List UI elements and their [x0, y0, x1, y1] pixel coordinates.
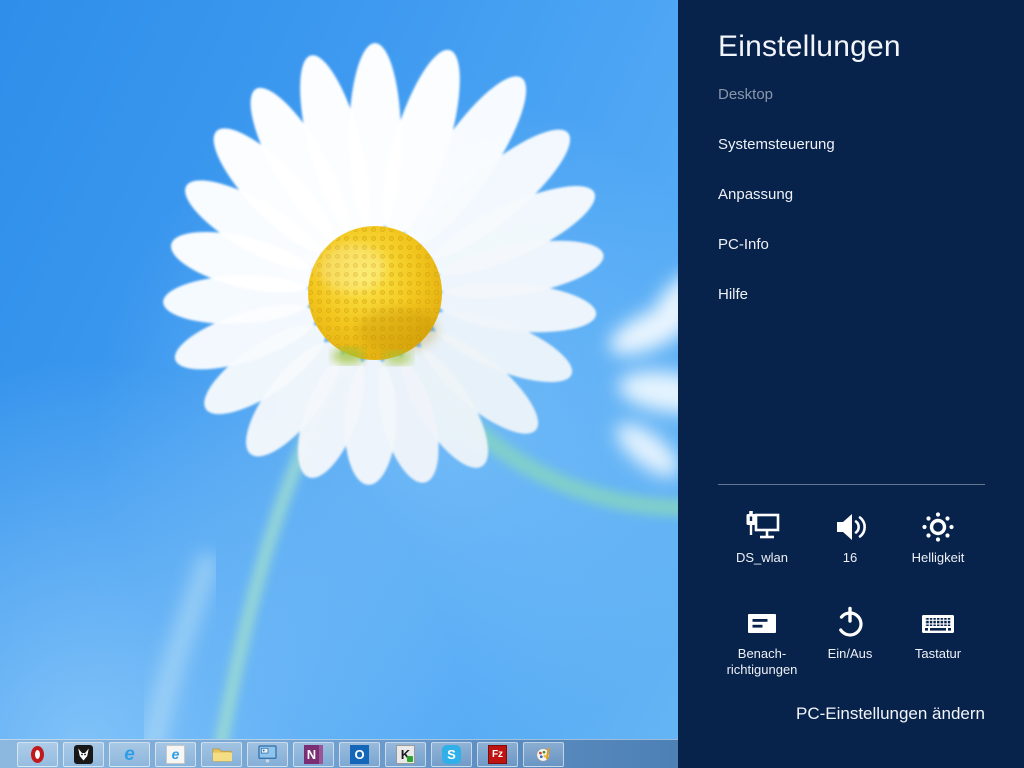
taskbar-button-filezilla[interactable]: Fz — [477, 742, 518, 767]
screen: e e N O K S Fz — [0, 0, 1024, 768]
taskbar-button-onenote[interactable]: N — [293, 742, 334, 767]
tile-label: Ein/Aus — [806, 646, 894, 662]
taskbar-button-wolf-app[interactable] — [63, 742, 104, 767]
menu-item-anpassung[interactable]: Anpassung — [718, 186, 793, 203]
keyboard-icon — [894, 596, 982, 640]
panel-title: Einstellungen — [718, 30, 901, 64]
context-label-desktop: Desktop — [718, 86, 773, 103]
wolf-icon — [74, 745, 93, 764]
tile-power[interactable]: Ein/Aus — [806, 596, 894, 662]
opera-icon — [28, 744, 48, 764]
taskbar-button-outlook[interactable]: O — [339, 742, 380, 767]
tile-keyboard[interactable]: Tastatur — [894, 596, 982, 662]
background-flower — [603, 265, 678, 486]
tile-network[interactable]: DS_wlan — [718, 500, 806, 566]
power-icon — [806, 596, 894, 640]
taskbar-button-skype[interactable]: S — [431, 742, 472, 767]
menu-item-hilfe[interactable]: Hilfe — [718, 286, 748, 303]
tile-label: Helligkeit — [894, 550, 982, 566]
outlook-icon: O — [350, 745, 369, 764]
internet-explorer-icon: e — [120, 744, 140, 764]
tile-label: 16 — [806, 550, 894, 566]
menu-item-systemsteuerung[interactable]: Systemsteuerung — [718, 136, 835, 153]
skype-icon: S — [442, 745, 461, 764]
taskbar-button-file-explorer[interactable] — [201, 742, 242, 767]
daisy-flower-illustration — [0, 0, 678, 739]
taskbar-button-remote-desktop[interactable] — [247, 742, 288, 767]
taskbar-button-internet-explorer[interactable]: e — [109, 742, 150, 767]
taskbar-button-internet-explorer-desktop[interactable]: e — [155, 742, 196, 767]
remote-desktop-icon — [258, 744, 278, 764]
brightness-icon — [894, 500, 982, 544]
change-pc-settings-link[interactable]: PC-Einstellungen ändern — [796, 704, 985, 724]
filezilla-icon: Fz — [488, 745, 507, 764]
taskbar-button-opera[interactable] — [17, 742, 58, 767]
tile-label: Benach-richtigungen — [718, 646, 806, 678]
keepass-icon: K — [396, 745, 415, 764]
onenote-icon: N — [304, 745, 323, 764]
tile-notifications[interactable]: Benach-richtigungen — [718, 596, 806, 678]
settings-charm-panel: Einstellungen Desktop Systemsteuerung An… — [678, 0, 1024, 768]
menu-item-pc-info[interactable]: PC-Info — [718, 236, 769, 253]
taskbar: e e N O K S Fz — [0, 739, 678, 768]
taskbar-button-keepass[interactable]: K — [385, 742, 426, 767]
tile-brightness[interactable]: Helligkeit — [894, 500, 982, 566]
tile-label: Tastatur — [894, 646, 982, 662]
notifications-icon — [718, 596, 806, 640]
tile-label: DS_wlan — [718, 550, 806, 566]
taskbar-button-paint-palette[interactable] — [523, 742, 564, 767]
wired-network-icon — [718, 500, 806, 544]
file-explorer-icon — [212, 744, 232, 764]
divider-line — [718, 484, 985, 485]
volume-icon — [806, 500, 894, 544]
tile-volume[interactable]: 16 — [806, 500, 894, 566]
internet-explorer-desktop-icon: e — [166, 745, 185, 764]
paint-palette-icon — [534, 744, 554, 764]
